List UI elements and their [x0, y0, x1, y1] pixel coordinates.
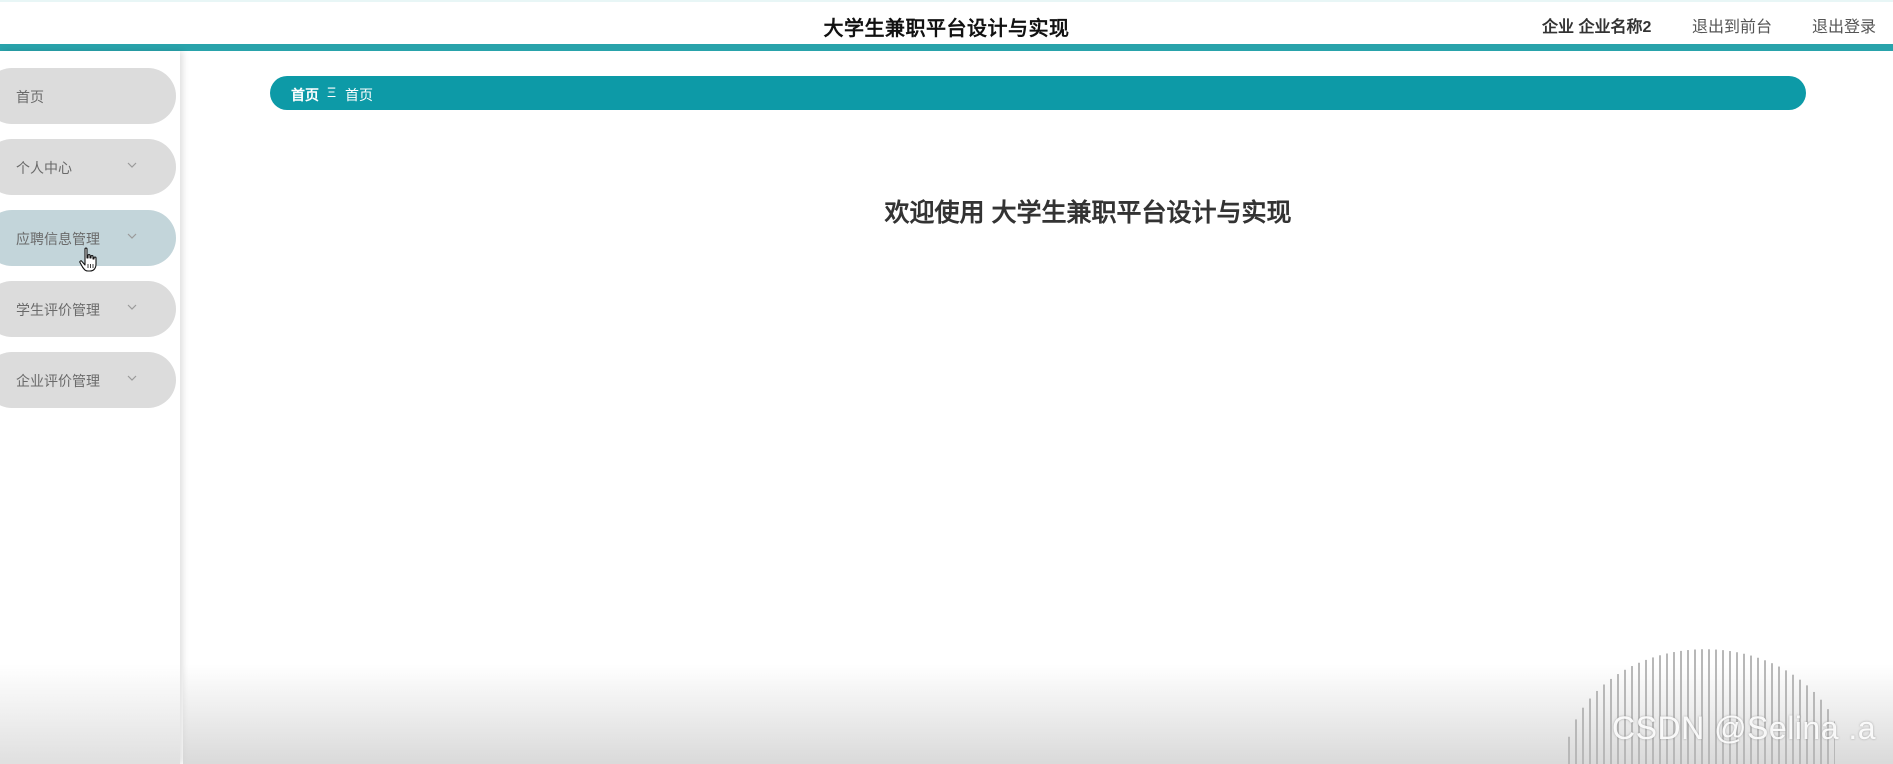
header-accent-stripe [0, 44, 1893, 51]
sidebar-item-label: 首页 [16, 89, 44, 105]
sidebar-item-company-review-management[interactable]: 企业评价管理 [0, 352, 176, 408]
exit-to-front-link[interactable]: 退出到前台 [1692, 13, 1772, 37]
top-header: 大学生兼职平台设计与实现 企业 企业名称2 退出到前台 退出登录 [0, 0, 1893, 44]
breadcrumb-current: 首页 [345, 87, 373, 103]
sidebar-item-label: 应聘信息管理 [16, 231, 100, 247]
welcome-heading: 欢迎使用 大学生兼职平台设计与实现 [884, 199, 1292, 227]
chevron-down-icon [127, 304, 137, 310]
csdn-watermark: CSDN @Selina .a [1612, 710, 1877, 746]
hand-pointer-cursor-icon [79, 247, 97, 272]
chevron-down-icon [127, 233, 137, 239]
logout-link[interactable]: 退出登录 [1812, 13, 1876, 37]
chevron-down-icon [127, 162, 137, 168]
sidebar-item-label: 个人中心 [16, 160, 72, 176]
sidebar-item-label: 学生评价管理 [16, 302, 100, 318]
breadcrumb-home-link[interactable]: 首页 [291, 85, 319, 105]
sidebar: 首页 个人中心 应聘信息管理 学生评价管理 企业评价管理 [0, 51, 180, 764]
sidebar-item-home[interactable]: 首页 [0, 68, 176, 124]
sidebar-item-student-review-management[interactable]: 学生评价管理 [0, 281, 176, 337]
breadcrumb-separator: Ξ [327, 84, 337, 100]
sidebar-item-personal-center[interactable]: 个人中心 [0, 139, 176, 195]
user-label: 企业 企业名称2 [1542, 19, 1652, 36]
breadcrumb: 首页 Ξ 首页 [270, 76, 1806, 110]
chevron-down-icon [127, 375, 137, 381]
sidebar-item-label: 企业评价管理 [16, 373, 100, 389]
